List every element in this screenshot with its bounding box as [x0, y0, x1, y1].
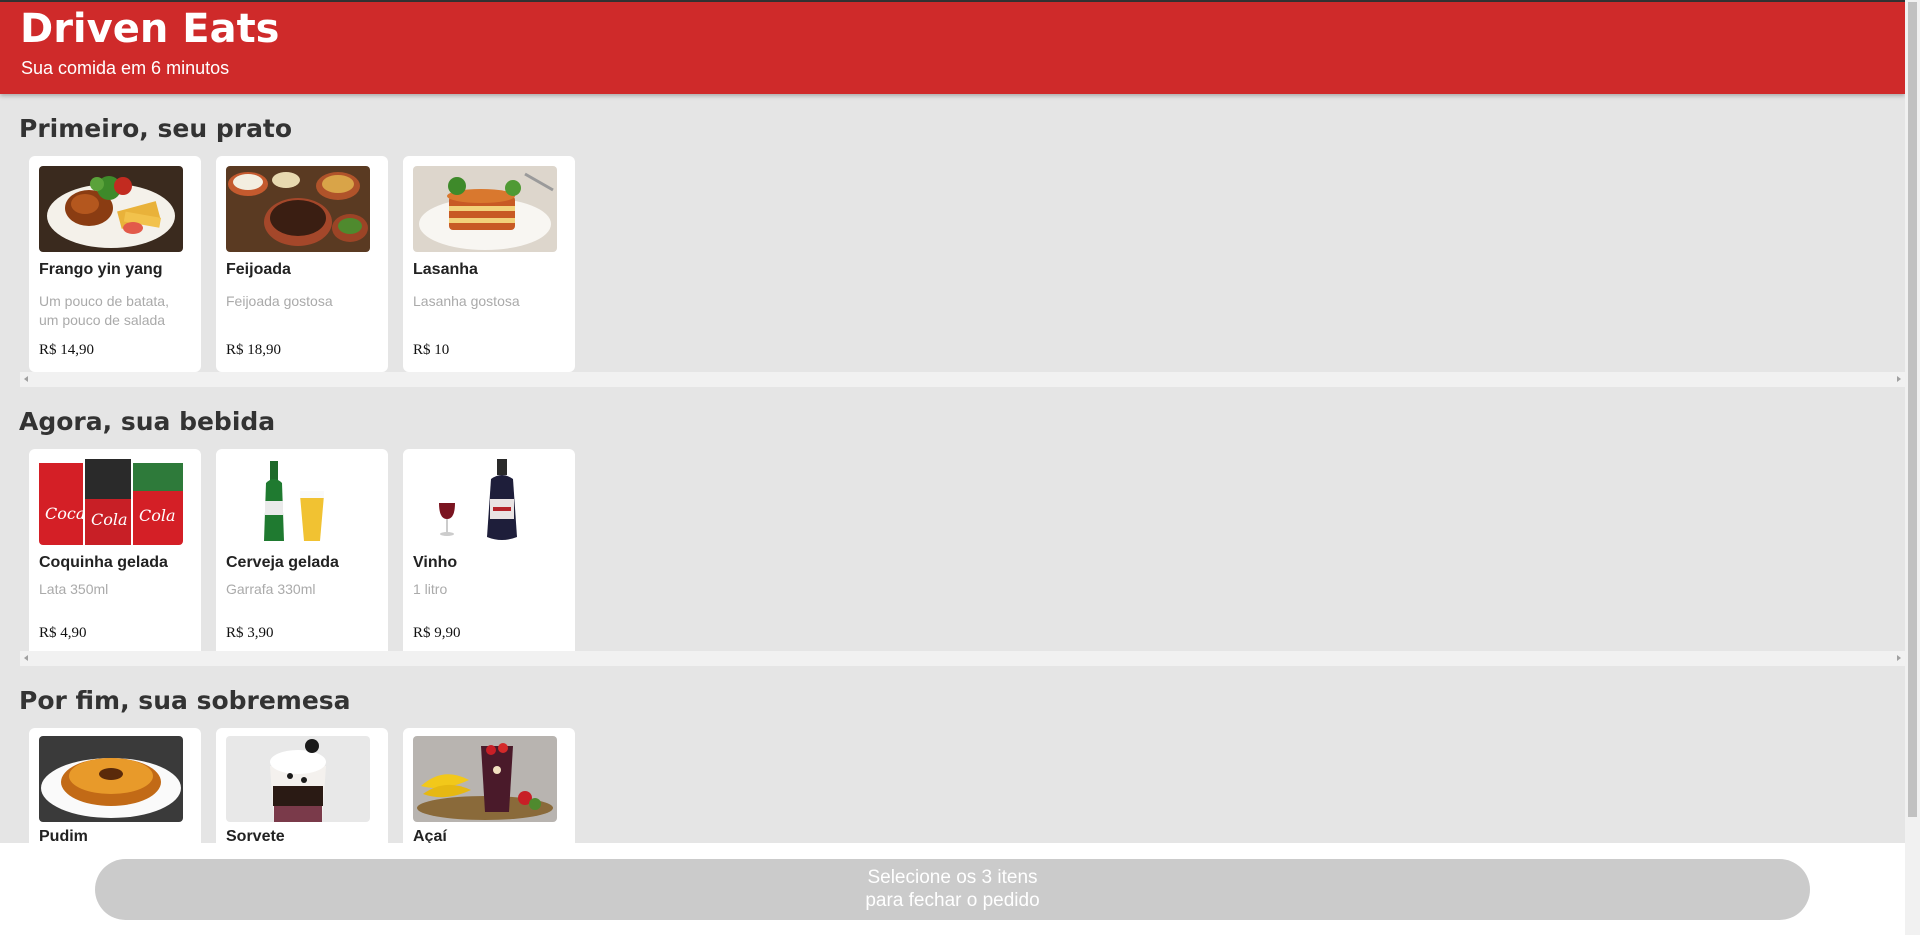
wine-image [413, 459, 557, 545]
scroll-right-icon[interactable] [1897, 376, 1901, 382]
section-title: Por fim, sua sobremesa [19, 686, 351, 715]
food-description: Feijoada gostosa [226, 293, 333, 309]
scrollbar-thumb[interactable] [1908, 2, 1917, 817]
close-order-button[interactable]: Selecione os 3 itens para fechar o pedid… [95, 859, 1810, 920]
svg-text:Coca: Coca [45, 504, 85, 523]
food-name: Lasanha [413, 261, 478, 278]
food-description: Um pouco de batata, um pouco de salada [39, 293, 169, 328]
food-card-frango[interactable]: Frango yin yang Um pouco de batata, um p… [29, 156, 201, 372]
horizontal-scrollbar[interactable] [20, 372, 1905, 387]
vertical-scrollbar[interactable] [1905, 0, 1920, 935]
lasanha-image [413, 166, 557, 252]
food-name: Cerveja gelada [226, 554, 339, 571]
beer-image [226, 459, 370, 545]
scroll-left-icon[interactable] [24, 655, 28, 661]
sorvete-image [226, 736, 370, 822]
svg-text:Cola: Cola [91, 510, 128, 529]
app-header: Driven Eats Sua comida em 6 minutos [0, 2, 1905, 94]
scroll-right-icon[interactable] [1897, 655, 1901, 661]
order-footer: Selecione os 3 itens para fechar o pedid… [0, 843, 1905, 935]
food-description: 1 litro [413, 581, 448, 597]
food-name: Frango yin yang [39, 261, 163, 278]
app-subtitle: Sua comida em 6 minutos [21, 58, 230, 78]
food-price: R$ 9,90 [413, 625, 461, 641]
pudim-image [39, 736, 183, 822]
food-card-cerveja[interactable]: Cerveja gelada Garrafa 330ml R$ 3,90 [216, 449, 388, 665]
food-description: Lata 350ml [39, 581, 109, 597]
food-name: Feijoada [226, 261, 291, 278]
frango-image [39, 166, 183, 252]
section-title: Primeiro, seu prato [19, 114, 293, 143]
food-price: R$ 3,90 [226, 625, 274, 641]
food-description: Garrafa 330ml [226, 581, 316, 597]
food-price: R$ 10 [413, 342, 450, 358]
acai-image [413, 736, 557, 822]
food-name: Vinho [413, 554, 458, 571]
food-card-vinho[interactable]: Vinho 1 litro R$ 9,90 [403, 449, 575, 665]
food-name: Coquinha gelada [39, 554, 168, 571]
button-line-1: Selecione os 3 itens [867, 867, 1038, 888]
food-price: R$ 4,90 [39, 625, 87, 641]
horizontal-scrollbar[interactable] [20, 651, 1905, 666]
app-title: Driven Eats [20, 6, 280, 52]
food-price: R$ 14,90 [39, 342, 95, 358]
food-description: Lasanha gostosa [413, 293, 520, 309]
coca-cola-image: Coca Cola Cola [39, 459, 183, 545]
food-card-feijoada[interactable]: Feijoada Feijoada gostosa R$ 18,90 [216, 156, 388, 372]
svg-text:Cola: Cola [139, 506, 176, 525]
feijoada-image [226, 166, 370, 252]
button-line-2: para fechar o pedido [865, 890, 1040, 911]
section-title: Agora, sua bebida [19, 407, 276, 436]
food-price: R$ 18,90 [226, 342, 282, 358]
scroll-left-icon[interactable] [24, 376, 28, 382]
food-card-lasanha[interactable]: Lasanha Lasanha gostosa R$ 10 [403, 156, 575, 372]
food-card-coquinha[interactable]: Coca Cola Cola Coquinha gelada Lata 350m… [29, 449, 201, 665]
